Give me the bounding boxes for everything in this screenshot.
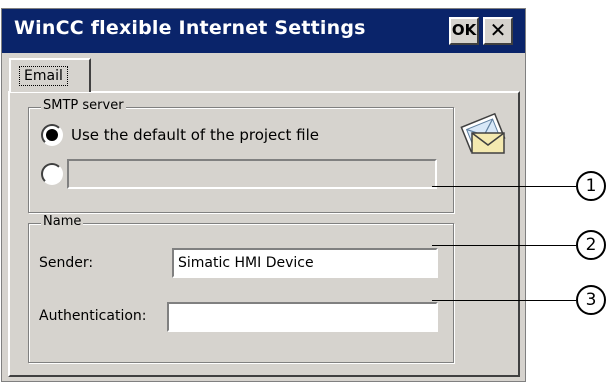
callout-3: 3 <box>576 285 606 315</box>
smtp-server-input[interactable] <box>67 159 437 189</box>
sender-label: Sender: <box>39 255 94 271</box>
title-bar: WinCC flexible Internet Settings OK ✕ <box>2 9 525 53</box>
smtp-default-radio[interactable] <box>41 124 63 146</box>
email-tab-panel: SMTP server Use the default of the proje… <box>8 91 520 377</box>
smtp-server-legend: SMTP server <box>41 98 126 113</box>
close-button[interactable]: ✕ <box>483 17 513 45</box>
radio-selected-dot <box>46 129 58 141</box>
tab-email-label: Email <box>19 66 68 86</box>
callout-2-line <box>432 245 576 246</box>
window-title: WinCC flexible Internet Settings <box>14 17 366 39</box>
ok-button[interactable]: OK <box>449 17 479 45</box>
smtp-server-group: SMTP server Use the default of the proje… <box>28 98 454 213</box>
name-group: Name Sender: Simatic HMI Device Authenti… <box>28 214 454 363</box>
internet-settings-dialog: WinCC flexible Internet Settings OK ✕ Em… <box>1 8 526 382</box>
callout-3-line <box>432 300 576 301</box>
callout-1-line <box>432 186 576 187</box>
smtp-custom-radio[interactable] <box>41 163 63 185</box>
sender-input[interactable]: Simatic HMI Device <box>172 248 438 278</box>
callout-1: 1 <box>576 171 606 201</box>
mail-envelope-icon <box>460 112 506 154</box>
name-legend: Name <box>41 214 84 229</box>
tab-email[interactable]: Email <box>9 58 91 92</box>
callout-2: 2 <box>576 230 606 260</box>
smtp-default-label[interactable]: Use the default of the project file <box>71 126 319 144</box>
authentication-input[interactable] <box>167 302 438 332</box>
authentication-label: Authentication: <box>39 308 147 324</box>
